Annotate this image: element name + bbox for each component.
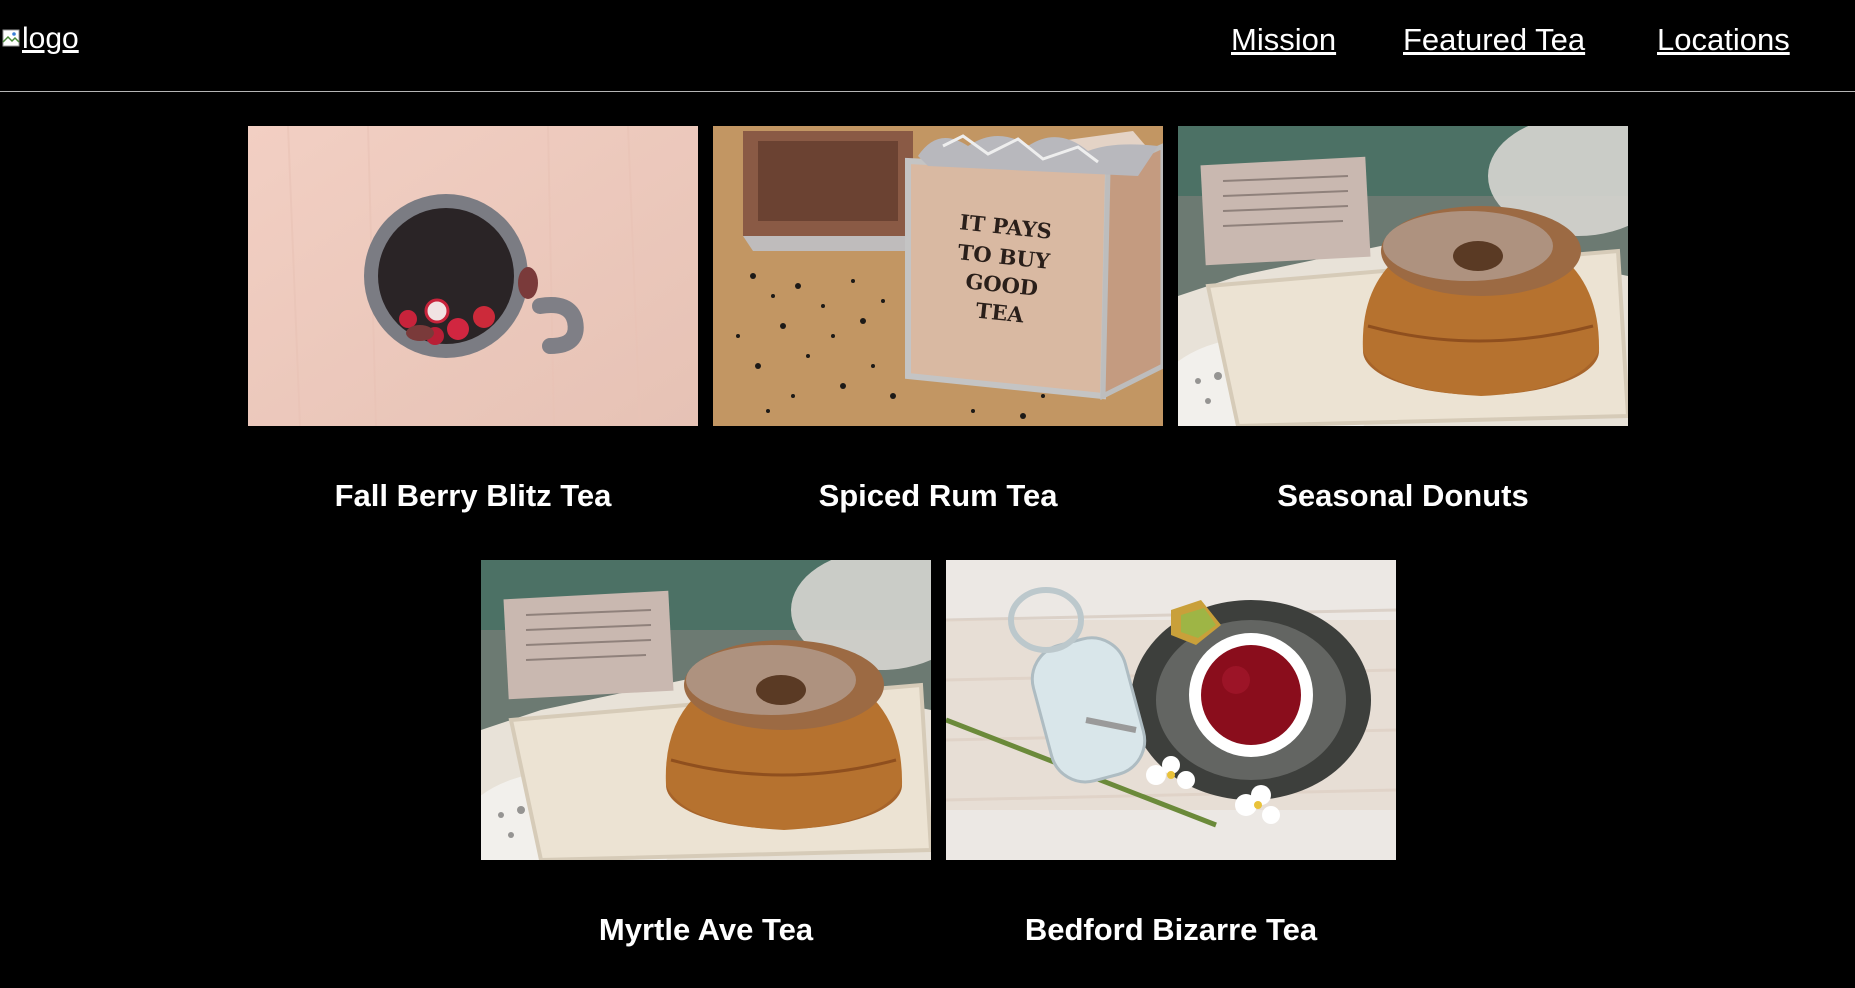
photo-tea-cup-and-sugar-jar <box>946 560 1396 860</box>
main-nav: Mission Featured Tea Locations <box>0 22 1855 62</box>
nav-link-mission[interactable]: Mission <box>1231 22 1336 58</box>
nav-link-locations[interactable]: Locations <box>1657 22 1790 58</box>
menu-item-name: Seasonal Donuts <box>1277 478 1529 513</box>
menu-item-name: Myrtle Ave Tea <box>598 912 814 947</box>
nav-link-featured-tea[interactable]: Featured Tea <box>1403 22 1585 58</box>
crate-text-line: TEA <box>975 298 1026 328</box>
photo-sugar-dusted-donut <box>1178 126 1628 426</box>
menu-item-name: Fall Berry Blitz Tea <box>334 478 612 513</box>
photo-tea-crate: IT PAYS TO BUY GOOD TEA <box>713 126 1163 426</box>
site-header: logo Mission Featured Tea Locations <box>0 0 1855 92</box>
photo-sugar-dusted-donut <box>481 560 931 860</box>
menu-item-name: Bedford Bizarre Tea <box>1024 912 1318 947</box>
menu-item-name: Spiced Rum Tea <box>818 478 1058 513</box>
photo-mug-with-berries <box>248 126 698 426</box>
